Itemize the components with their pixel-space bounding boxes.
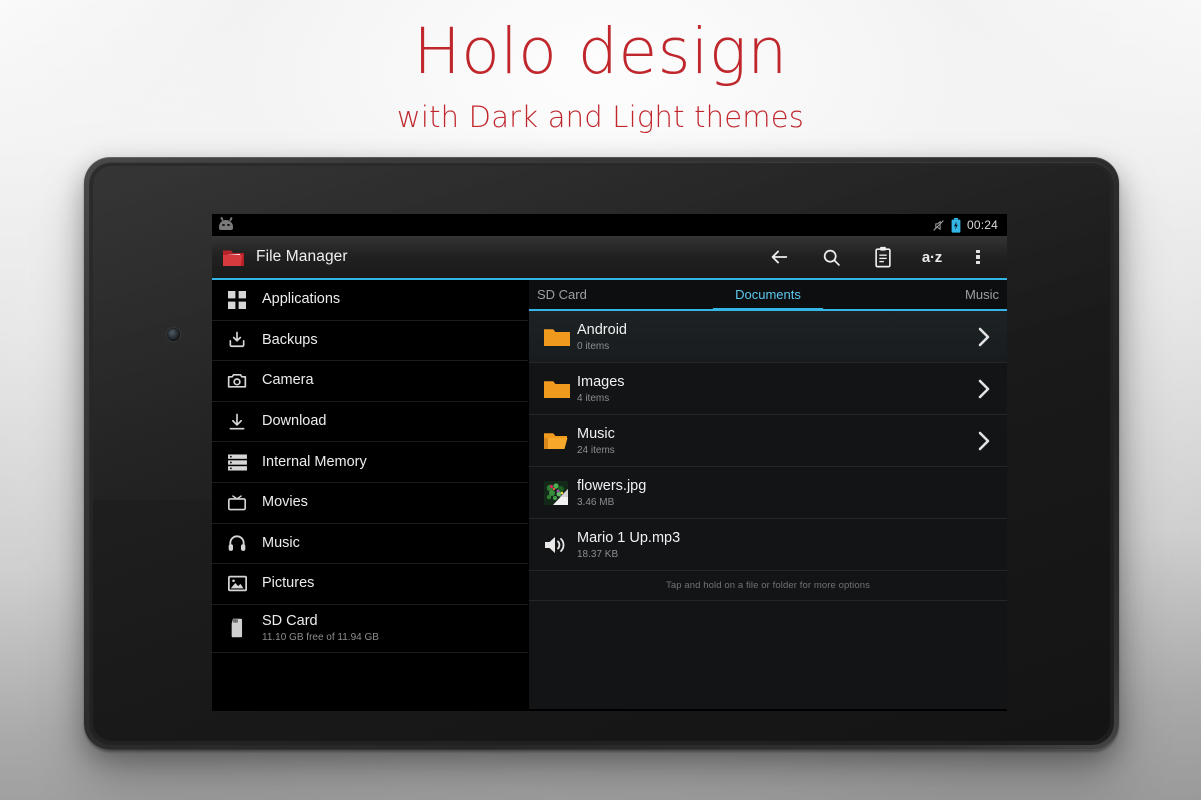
sidebar-item-label: Movies [262,494,308,511]
file-row-music[interactable]: Music 24 items [529,415,1007,467]
system-nav-bar [212,709,1007,711]
headphones-icon [226,532,248,554]
status-clock: 00:24 [966,218,998,232]
folder-icon [543,378,577,400]
file-name: Music [577,425,615,442]
system-back-button[interactable] [405,709,457,711]
search-button[interactable] [805,235,857,279]
audio-speaker-icon [543,534,577,556]
sidebar-item-internal-memory[interactable]: Internal Memory [212,442,528,483]
sidebar-item-applications[interactable]: Applications [212,280,528,321]
tab-sd-card[interactable]: SD Card [529,287,691,309]
sidebar-item-label: Camera [262,372,314,389]
grid-apps-icon [226,289,248,311]
sidebar-item-label: SD Card [262,612,318,629]
sidebar-item-sublabel: 11.10 GB free of 11.94 GB [262,631,379,643]
sidebar-item-sd-card[interactable]: SD Card 11.10 GB free of 11.94 GB [212,605,528,653]
sidebar-item-label: Download [262,413,327,430]
content-panel: SD Card Documents Music Android 0 items … [528,280,1007,709]
sort-button[interactable]: a·z [909,235,955,279]
file-meta: 24 items [577,444,615,456]
more-vertical-icon [976,249,980,265]
az-sort-icon: a·z [921,248,943,266]
file-meta: 4 items [577,392,610,404]
app-title: File Manager [256,248,348,265]
page-title: Holo design [413,15,788,88]
red-folder-icon [221,245,246,270]
tab-music[interactable]: Music [845,287,1007,309]
sidebar-item-movies[interactable]: Movies [212,483,528,524]
storage-icon [226,451,248,473]
file-row-flowers-jpg[interactable]: flowers.jpg 3.46 MB [529,467,1007,519]
sidebar-item-label: Internal Memory [262,453,367,470]
sidebar-item-camera[interactable]: Camera [212,361,528,402]
overflow-button[interactable] [955,235,1001,279]
download-icon [226,411,248,433]
chevron-right-icon[interactable] [971,431,997,451]
back-button[interactable] [753,235,805,279]
promo-headline-block: Holo design with Dark and Light themes [0,14,1201,138]
folder-icon [543,326,577,348]
image-thumbnail [543,480,577,506]
file-meta: 0 items [577,340,610,352]
app-action-bar: File Manager a·z [212,236,1007,280]
camera-icon [226,370,248,392]
file-name: Mario 1 Up.mp3 [577,529,681,546]
chevron-right-icon[interactable] [971,327,997,347]
file-meta: 3.46 MB [577,496,615,508]
page-subtitle: with Dark and Light themes [396,100,805,134]
file-name: flowers.jpg [577,477,647,494]
file-meta: 18.37 KB [577,548,619,560]
system-home-button[interactable] [583,709,635,711]
clipboard-button[interactable] [857,235,909,279]
device-screen: 00:24 File Manager a·z Applications Back… [212,214,1007,711]
front-camera-icon [167,328,180,341]
sidebar-item-music[interactable]: Music [212,524,528,565]
file-row-images[interactable]: Images 4 items [529,363,1007,415]
device-face: 00:24 File Manager a·z Applications Back… [93,166,1110,741]
battery-charging-icon [951,217,961,233]
sidebar-item-download[interactable]: Download [212,402,528,443]
tab-documents[interactable]: Documents [691,287,845,309]
status-bar: 00:24 [212,214,1007,236]
sidebar-item-pictures[interactable]: Pictures [212,564,528,605]
chevron-right-icon[interactable] [971,379,997,399]
sidebar-nav: Applications Backups Camera Download Int… [212,280,528,709]
tablet-device: 00:24 File Manager a·z Applications Back… [84,157,1119,750]
sd-card-icon [226,617,248,639]
vibrate-mute-icon [932,219,945,232]
list-hint: Tap and hold on a file or folder for mor… [529,571,1007,601]
sidebar-item-label: Music [262,534,300,551]
action-bar-actions: a·z [753,235,1001,279]
sidebar-item-backups[interactable]: Backups [212,321,528,362]
file-row-android[interactable]: Android 0 items [529,311,1007,363]
android-notification-icon [219,216,233,230]
sidebar-item-label: Pictures [262,575,315,592]
app-body: Applications Backups Camera Download Int… [212,280,1007,709]
file-list: Android 0 items Images 4 items Music 24 … [529,311,1007,709]
file-name: Android [577,321,627,338]
folder-open-icon [543,430,577,452]
system-recents-button[interactable] [762,709,814,711]
sidebar-item-label: Backups [262,331,318,348]
backup-download-icon [226,329,248,351]
tab-bar: SD Card Documents Music [529,280,1007,311]
file-row-mario-mp3[interactable]: Mario 1 Up.mp3 18.37 KB [529,519,1007,571]
sidebar-item-label: Applications [262,291,341,308]
file-name: Images [577,373,625,390]
tv-movies-icon [226,492,248,514]
picture-icon [226,573,248,595]
